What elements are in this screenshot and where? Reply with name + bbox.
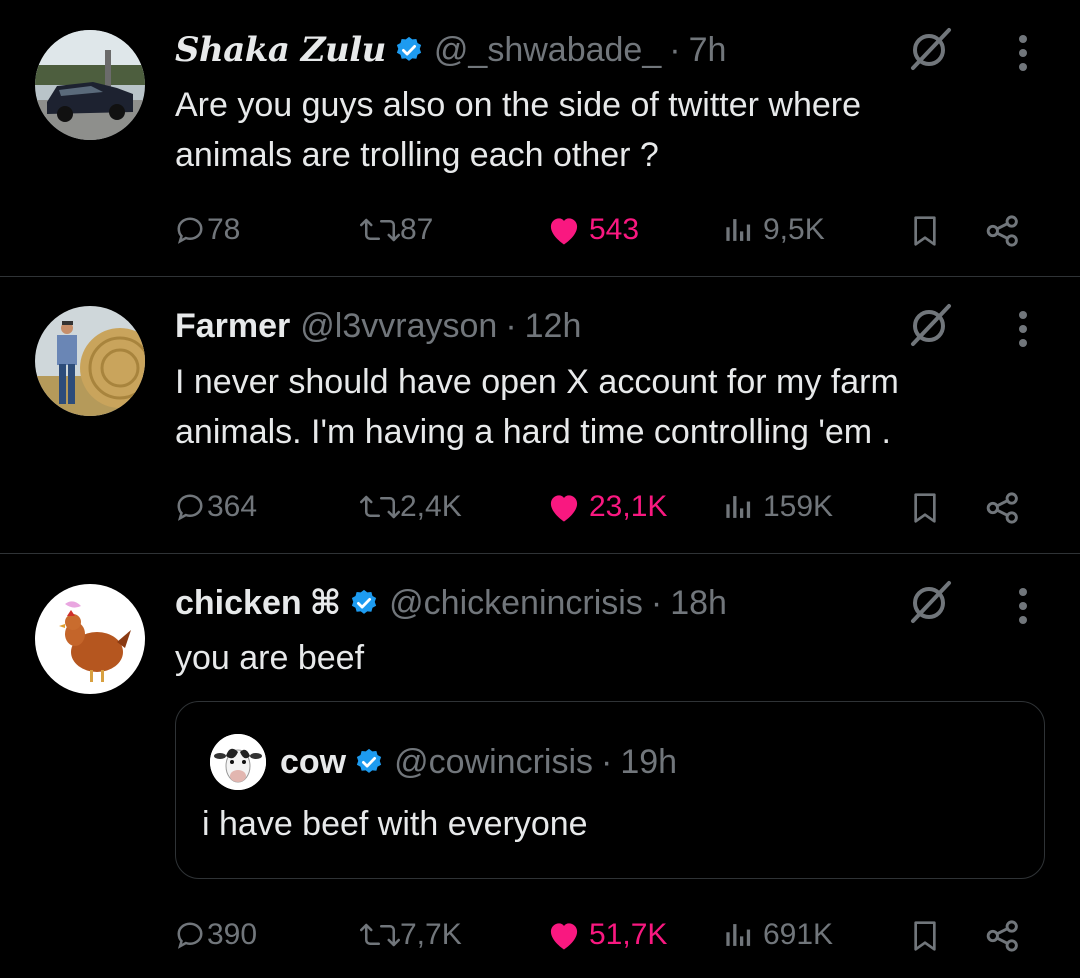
views-button[interactable]: 9,5K (723, 205, 825, 255)
quoted-tweet-text: i have beef with everyone (202, 805, 588, 843)
bookmark-icon[interactable] (910, 215, 940, 247)
display-name[interactable]: Shaka Zulu (175, 30, 386, 70)
verified-badge-icon (396, 36, 422, 61)
repost-icon (360, 923, 400, 947)
reply-icon (177, 217, 203, 244)
user-handle[interactable]: @_shwabade_ (434, 30, 661, 70)
timestamp[interactable]: 18h (670, 583, 727, 623)
views-button[interactable]: 159K (723, 482, 833, 532)
grok-icon[interactable] (905, 577, 955, 627)
heart-icon (550, 218, 578, 245)
cow-avatar-icon (210, 734, 266, 790)
reply-icon (177, 922, 203, 949)
share-icon[interactable] (985, 920, 1021, 952)
quoted-tweet-header: cow @cowincrisis · 19h (280, 740, 677, 784)
tweet-text: you are beef (175, 639, 365, 677)
user-handle[interactable]: @chickenincrisis (389, 583, 643, 623)
timestamp[interactable]: 7h (689, 30, 727, 70)
repost-icon (360, 495, 400, 519)
chicken-avatar-icon (35, 584, 145, 694)
tweet-actions: 390 7,7K 51,7K 691K (175, 910, 1035, 960)
divider (0, 276, 1080, 277)
repost-button[interactable]: 2,4K (360, 482, 462, 532)
verified-badge-icon (352, 589, 377, 614)
avatar (210, 734, 266, 790)
bookmark-icon[interactable] (910, 920, 940, 952)
reply-button[interactable]: 364 (175, 482, 257, 532)
views-chart-icon (726, 496, 751, 518)
tweet-actions: 78 87 543 9,5K (175, 205, 1035, 255)
views-chart-icon (726, 924, 751, 946)
car-avatar-icon (35, 30, 145, 140)
avatar[interactable] (35, 30, 145, 140)
display-name[interactable]: Farmer (175, 306, 290, 346)
like-button[interactable]: 543 (545, 205, 639, 255)
tweet-header: Farmer @l3vvrayson · 12h (175, 306, 581, 346)
user-handle[interactable]: @cowincrisis (394, 740, 593, 784)
verified-badge-icon (357, 748, 382, 773)
user-handle[interactable]: @l3vvrayson (300, 306, 497, 346)
display-name[interactable]: chicken (175, 583, 302, 623)
divider (0, 553, 1080, 554)
reply-button[interactable]: 78 (175, 205, 240, 255)
heart-icon (550, 495, 578, 522)
timestamp[interactable]: 12h (525, 306, 582, 346)
tweet-actions: 364 2,4K 23,1K 159K (175, 482, 1035, 532)
reply-icon (177, 494, 203, 521)
repost-button[interactable]: 7,7K (360, 910, 462, 960)
quoted-tweet[interactable]: cow @cowincrisis · 19h i have beef with … (175, 701, 1045, 879)
heart-icon (550, 923, 578, 950)
separator-dot: · (669, 31, 681, 69)
grok-icon[interactable] (905, 24, 955, 74)
tweet-header: Shaka Zulu @_shwabade_ · 7h (175, 30, 726, 70)
views-button[interactable]: 691K (723, 910, 833, 960)
separator-dot: · (505, 307, 517, 345)
timestamp: 19h (620, 743, 678, 781)
share-icon[interactable] (985, 215, 1021, 247)
bookmark-icon[interactable] (910, 492, 940, 524)
more-options-icon[interactable] (1010, 304, 1036, 354)
like-button[interactable]: 51,7K (545, 910, 667, 960)
repost-icon (360, 218, 400, 242)
separator-dot: · (601, 743, 613, 781)
more-options-icon[interactable] (1010, 581, 1036, 631)
tweet-header: chicken ⌘ @chickenincrisis · 18h (175, 583, 727, 623)
more-options-icon[interactable] (1010, 28, 1036, 78)
share-icon[interactable] (985, 492, 1021, 524)
grok-icon[interactable] (905, 300, 955, 350)
tweet-text: I never should have open X account for m… (175, 363, 899, 451)
separator-dot: · (650, 584, 663, 622)
avatar[interactable] (35, 306, 145, 416)
tweet-text: Are you guys also on the side of twitter… (175, 86, 862, 174)
avatar[interactable] (35, 584, 145, 694)
name-emoji: ⌘ (309, 583, 342, 623)
views-chart-icon (726, 219, 751, 241)
farmer-hay-avatar-icon (35, 306, 145, 416)
display-name[interactable]: cow (280, 740, 346, 784)
repost-button[interactable]: 87 (360, 205, 433, 255)
reply-button[interactable]: 390 (175, 910, 257, 960)
like-button[interactable]: 23,1K (545, 482, 667, 532)
